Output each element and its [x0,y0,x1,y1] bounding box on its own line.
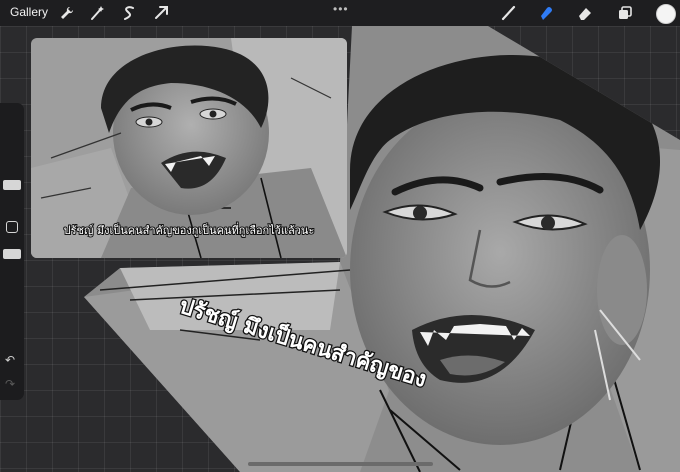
gallery-button[interactable]: Gallery [10,5,48,19]
magic-wand-icon[interactable] [88,4,106,22]
color-picker-swatch[interactable] [656,4,676,24]
left-sidebar: ↶ ↷ [0,103,24,400]
top-toolbar: Gallery ••• [0,0,680,26]
layers-icon[interactable] [616,4,634,22]
wrench-icon[interactable] [58,4,76,22]
smudge-icon[interactable] [537,4,555,22]
transform-arrow-icon[interactable] [152,4,170,22]
brush-size-slider[interactable] [3,180,21,190]
undo-button[interactable]: ↶ [5,353,15,367]
brush-icon[interactable] [499,4,517,22]
redo-button[interactable]: ↷ [5,377,15,391]
artwork-panel-small[interactable]: ปรัชญ์ มึงเป็นคนสำคัญของกูเป็นคนที่กูเลื… [31,38,347,258]
more-options-handle[interactable]: ••• [333,2,349,16]
modify-button[interactable] [6,221,18,233]
home-indicator [248,462,433,466]
selection-icon[interactable] [120,4,138,22]
eraser-icon[interactable] [576,4,594,22]
caption-small: ปรัชญ์ มึงเป็นคนสำคัญของกูเป็นคนที่กูเลื… [64,222,315,237]
opacity-slider[interactable] [3,249,21,259]
